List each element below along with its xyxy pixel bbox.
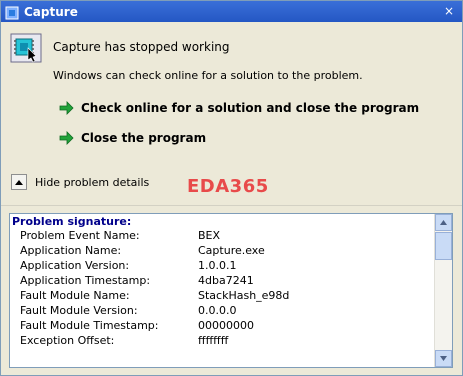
close-icon[interactable]: × bbox=[442, 4, 456, 18]
table-row: Exception Offset: ffffffff bbox=[12, 333, 433, 348]
table-row: Fault Module Version: 0.0.0.0 bbox=[12, 303, 433, 318]
error-dialog-window: Capture × Capture has stopped working Wi… bbox=[0, 0, 463, 376]
hide-details-toggle[interactable]: Hide problem details bbox=[11, 174, 149, 190]
row-key: Fault Module Timestamp: bbox=[20, 319, 159, 332]
green-arrow-icon bbox=[58, 130, 74, 146]
watermark-text: EDA365 bbox=[187, 176, 269, 197]
row-value: 1.0.0.1 bbox=[198, 259, 237, 272]
problem-signature-title: Problem signature: bbox=[12, 215, 132, 228]
scroll-up-icon[interactable] bbox=[435, 214, 452, 231]
table-row: Fault Module Name: StackHash_e98d bbox=[12, 288, 433, 303]
dialog-content: Capture has stopped working Windows can … bbox=[1, 22, 462, 375]
title-bar[interactable]: Capture × bbox=[1, 1, 462, 22]
table-row: Application Timestamp: 4dba7241 bbox=[12, 273, 433, 288]
scroll-thumb[interactable] bbox=[435, 232, 452, 260]
app-small-icon bbox=[5, 5, 19, 19]
row-key: Application Version: bbox=[20, 259, 130, 272]
row-value: StackHash_e98d bbox=[198, 289, 290, 302]
row-key: Fault Module Version: bbox=[20, 304, 138, 317]
green-arrow-icon bbox=[58, 100, 74, 116]
table-row: Application Name: Capture.exe bbox=[12, 243, 433, 258]
check-online-label: Check online for a solution and close th… bbox=[81, 101, 420, 115]
table-row: Application Version: 1.0.0.1 bbox=[12, 258, 433, 273]
row-value: 4dba7241 bbox=[198, 274, 254, 287]
row-value: ffffffff bbox=[198, 334, 229, 347]
table-row: Fault Module Timestamp: 00000000 bbox=[12, 318, 433, 333]
row-key: Application Name: bbox=[20, 244, 122, 257]
vertical-scrollbar[interactable] bbox=[434, 214, 452, 367]
error-headline: Capture has stopped working bbox=[53, 40, 230, 54]
scroll-down-icon[interactable] bbox=[435, 350, 452, 367]
row-key: Fault Module Name: bbox=[20, 289, 130, 302]
chevron-up-icon[interactable] bbox=[11, 174, 27, 190]
problem-details-content: Problem signature: Problem Event Name: BE… bbox=[12, 215, 433, 365]
table-row: Problem Event Name: BEX bbox=[12, 228, 433, 243]
row-key: Application Timestamp: bbox=[20, 274, 151, 287]
error-subtext: Windows can check online for a solution … bbox=[53, 69, 363, 82]
problem-details-box[interactable]: Problem signature: Problem Event Name: BE… bbox=[9, 213, 453, 368]
row-value: Capture.exe bbox=[198, 244, 265, 257]
close-program-option[interactable]: Close the program bbox=[58, 130, 206, 146]
row-value: BEX bbox=[198, 229, 221, 242]
hide-details-label: Hide problem details bbox=[35, 175, 150, 189]
window-title: Capture bbox=[24, 4, 78, 19]
capture-app-icon bbox=[10, 32, 42, 64]
close-program-label: Close the program bbox=[81, 131, 207, 145]
row-value: 0.0.0.0 bbox=[198, 304, 237, 317]
divider bbox=[1, 205, 462, 206]
row-key: Exception Offset: bbox=[20, 334, 115, 347]
check-online-option[interactable]: Check online for a solution and close th… bbox=[58, 100, 419, 116]
row-value: 00000000 bbox=[198, 319, 254, 332]
row-key: Problem Event Name: bbox=[20, 229, 140, 242]
